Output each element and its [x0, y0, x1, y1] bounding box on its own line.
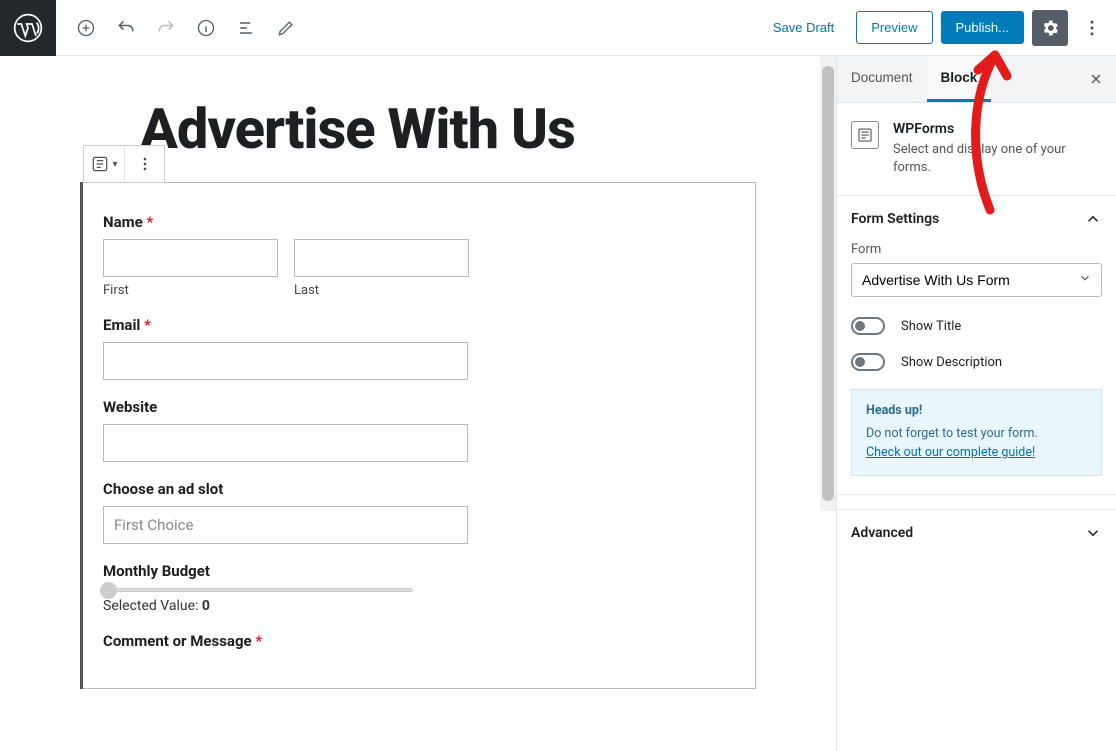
top-toolbar: Save Draft Preview Publish... [0, 0, 1116, 56]
last-name-input[interactable] [294, 239, 469, 277]
toolbar-left [56, 10, 304, 46]
undo-button[interactable] [108, 10, 144, 46]
website-field: Website [103, 398, 735, 462]
page-title[interactable]: Advertise With Us [140, 96, 756, 162]
budget-label: Monthly Budget [103, 562, 735, 580]
outline-button[interactable] [228, 10, 264, 46]
advanced-panel-header[interactable]: Advanced [837, 509, 1116, 556]
form-settings-header[interactable]: Form Settings [837, 196, 1116, 242]
website-input[interactable] [103, 424, 468, 462]
headsup-link[interactable]: Check out our complete guide! [866, 445, 1035, 460]
tab-block[interactable]: Block [927, 56, 992, 102]
name-field: Name * First Last [103, 213, 735, 298]
form-settings-panel: Form Settings Form Advertise With Us For… [837, 195, 1116, 494]
settings-button[interactable] [1032, 10, 1068, 46]
show-title-toggle[interactable] [851, 317, 885, 335]
name-label: Name * [103, 213, 735, 231]
block-description: WPForms Select and display one of your f… [837, 103, 1116, 195]
last-sublabel: Last [294, 283, 469, 298]
email-input[interactable] [103, 342, 468, 380]
adslot-label: Choose an ad slot [103, 480, 735, 498]
editor-canvas: Advertise With Us ▾ Name * [0, 56, 836, 751]
scrollbar[interactable] [820, 56, 836, 511]
comment-label: Comment or Message * [103, 632, 735, 650]
wordpress-logo[interactable] [0, 0, 56, 56]
show-title-label: Show Title [901, 319, 961, 334]
more-options-button[interactable] [1076, 10, 1108, 46]
main-area: Advertise With Us ▾ Name * [0, 56, 1116, 751]
settings-sidebar: Document Block WPForms Select and displa… [836, 56, 1116, 751]
budget-slider[interactable] [103, 588, 413, 592]
tab-document[interactable]: Document [837, 56, 927, 102]
redo-button[interactable] [148, 10, 184, 46]
block-toolbar: ▾ [83, 145, 165, 183]
adslot-field: Choose an ad slot First Choice [103, 480, 735, 544]
chevron-up-icon [1084, 210, 1102, 228]
sidebar-tabs: Document Block [837, 56, 1116, 103]
form-preview: Name * First Last [83, 182, 756, 689]
show-desc-toggle[interactable] [851, 353, 885, 371]
show-title-row: Show Title [851, 317, 1102, 335]
headsup-notice: Heads up! Do not forget to test your for… [851, 389, 1102, 475]
block-desc: Select and display one of your forms. [893, 141, 1102, 177]
budget-field: Monthly Budget Selected Value: 0 [103, 562, 735, 614]
preview-button[interactable]: Preview [856, 11, 932, 44]
headsup-text: Do not forget to test your form. [866, 425, 1087, 444]
budget-value: Selected Value: 0 [103, 598, 735, 614]
headsup-title: Heads up! [866, 402, 1087, 421]
comment-field: Comment or Message * [103, 632, 735, 650]
email-field: Email * [103, 316, 735, 380]
form-select[interactable]: Advertise With Us Form [851, 263, 1102, 297]
email-label: Email * [103, 316, 735, 334]
first-sublabel: First [103, 283, 278, 298]
show-desc-row: Show Description [851, 353, 1102, 371]
save-draft-button[interactable]: Save Draft [759, 12, 848, 43]
wpforms-icon [851, 121, 879, 149]
website-label: Website [103, 398, 735, 416]
publish-button[interactable]: Publish... [941, 11, 1024, 44]
form-select-label: Form [851, 242, 1102, 257]
info-button[interactable] [188, 10, 224, 46]
chevron-down-icon [1084, 524, 1102, 542]
block-more-button[interactable] [124, 146, 164, 182]
add-block-button[interactable] [68, 10, 104, 46]
show-desc-label: Show Description [901, 355, 1002, 370]
edit-button[interactable] [268, 10, 304, 46]
adslot-select[interactable]: First Choice [103, 506, 468, 544]
sidebar-close-button[interactable] [1076, 59, 1116, 99]
block-type-button[interactable]: ▾ [84, 146, 124, 182]
block-title: WPForms [893, 121, 1102, 137]
toolbar-right: Save Draft Preview Publish... [759, 10, 1116, 46]
first-name-input[interactable] [103, 239, 278, 277]
wpforms-block[interactable]: ▾ Name * First [80, 182, 756, 689]
